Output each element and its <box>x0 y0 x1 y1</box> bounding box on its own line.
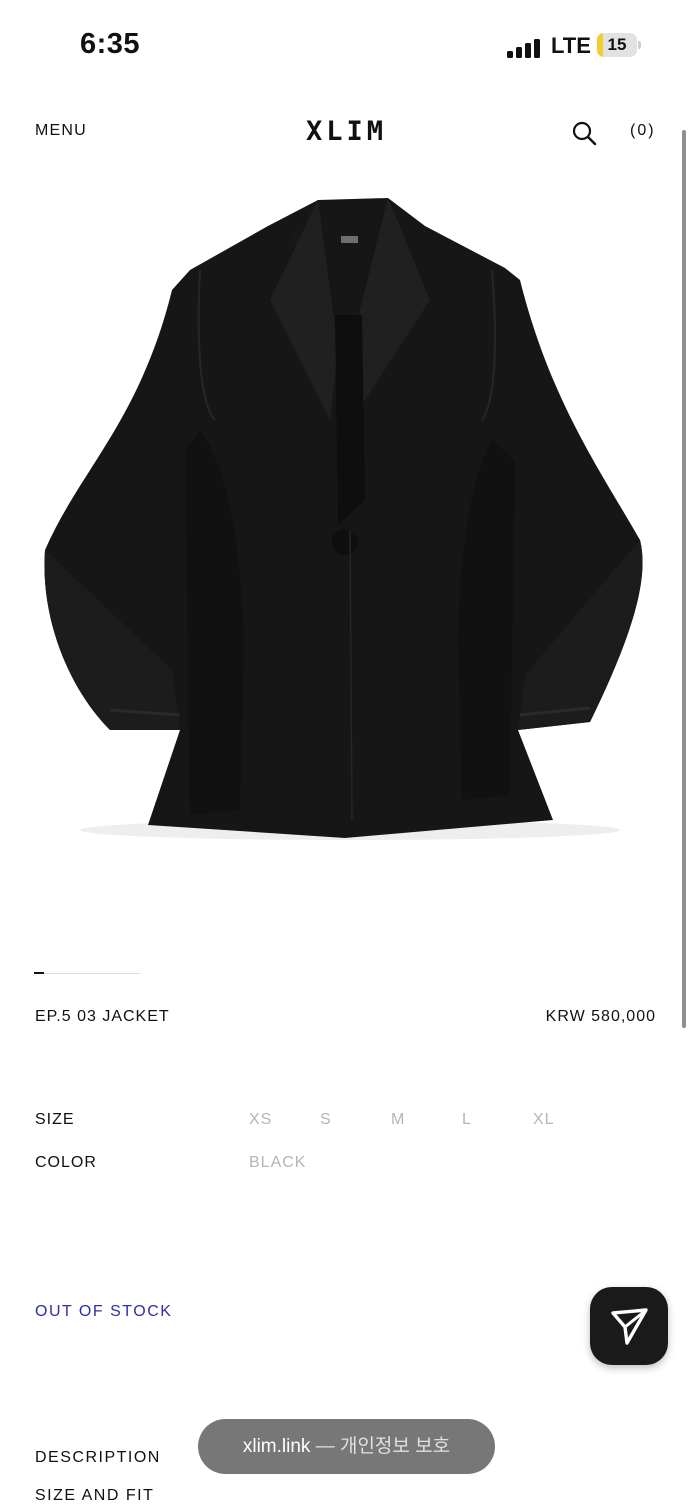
battery-level: 15 <box>607 35 627 54</box>
product-name: EP.5 03 JACKET <box>35 1008 170 1025</box>
stock-status: OUT OF STOCK <box>35 1303 173 1320</box>
size-label: SIZE <box>35 1111 75 1128</box>
size-option-xl[interactable]: XL <box>533 1111 555 1129</box>
size-option-l[interactable]: L <box>462 1111 472 1129</box>
color-option-black[interactable]: BLACK <box>249 1154 306 1172</box>
carousel-progress-track <box>34 973 140 974</box>
network-type: LTE <box>551 33 591 58</box>
cart-button[interactable]: (0) <box>630 122 656 140</box>
toast-separator: — <box>315 1436 335 1457</box>
size-option-xs[interactable]: XS <box>249 1111 272 1129</box>
status-time: 6:35 <box>80 28 141 60</box>
battery-icon: 15 <box>597 33 641 59</box>
color-label: COLOR <box>35 1154 97 1171</box>
size-and-fit-section[interactable]: SIZE AND FIT <box>35 1487 154 1505</box>
toast-message: 개인정보 보호 <box>339 1436 451 1457</box>
toast-domain: xlim.link <box>242 1436 311 1457</box>
product-image[interactable] <box>0 170 693 890</box>
product-price: KRW 580,000 <box>545 1008 656 1025</box>
status-bar: 6:35 LTE 15 <box>0 0 693 92</box>
jacket-illustration <box>44 198 643 840</box>
size-option-s[interactable]: S <box>320 1111 332 1129</box>
top-nav: MENU XLIM (0) <box>0 100 693 164</box>
send-button[interactable] <box>590 1287 668 1365</box>
send-icon <box>611 1308 648 1345</box>
description-section[interactable]: DESCRIPTION <box>35 1449 161 1467</box>
size-option-m[interactable]: M <box>391 1111 405 1129</box>
carousel-progress-indicator <box>34 972 44 974</box>
signal-icon <box>507 38 543 58</box>
search-icon <box>572 121 597 146</box>
privacy-toast[interactable]: xlim.link — 개인정보 보호 <box>198 1419 495 1474</box>
search-button[interactable] <box>571 120 597 146</box>
